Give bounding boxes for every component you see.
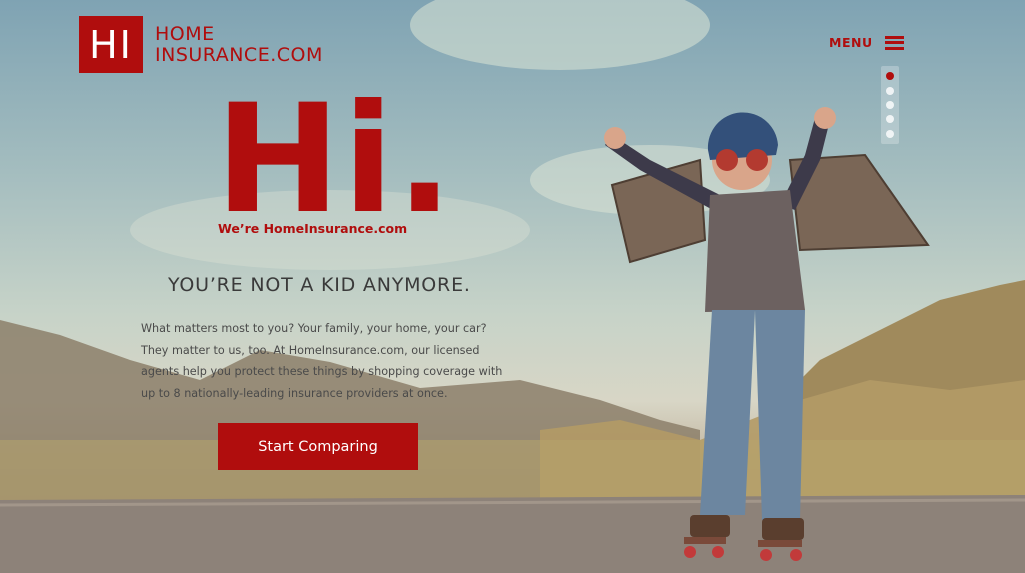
- site-logo[interactable]: HI HOME INSURANCE.COM: [79, 16, 323, 73]
- logo-mark: HI: [79, 16, 143, 73]
- hamburger-icon: [884, 35, 904, 50]
- menu-button[interactable]: MENU: [829, 35, 904, 50]
- logo-line-1: HOME: [155, 22, 215, 45]
- hero-section: HI HOME INSURANCE.COM MENU Hi. We’re Hom…: [0, 0, 1025, 573]
- menu-label: MENU: [829, 35, 873, 50]
- slider-dot-4[interactable]: [886, 115, 894, 124]
- slider-dot-1[interactable]: [886, 72, 894, 81]
- hero-big-heading: Hi.: [215, 73, 455, 247]
- slider-dot-2[interactable]: [886, 86, 894, 95]
- start-comparing-button[interactable]: Start Comparing: [218, 423, 418, 470]
- logo-wordmark: HOME INSURANCE.COM: [155, 22, 323, 66]
- hero-body-text: What matters most to you? Your family, y…: [141, 322, 503, 400]
- slider-pagination: [881, 66, 899, 144]
- slider-dot-5[interactable]: [886, 129, 894, 138]
- logo-line-2: INSURANCE.COM: [155, 43, 323, 66]
- hero-tagline: We’re HomeInsurance.com: [218, 221, 408, 236]
- hero-background-photo: [0, 0, 1025, 573]
- slider-dot-3[interactable]: [886, 100, 894, 109]
- hero-headline: YOU’RE NOT A KID ANYMORE.: [168, 274, 471, 296]
